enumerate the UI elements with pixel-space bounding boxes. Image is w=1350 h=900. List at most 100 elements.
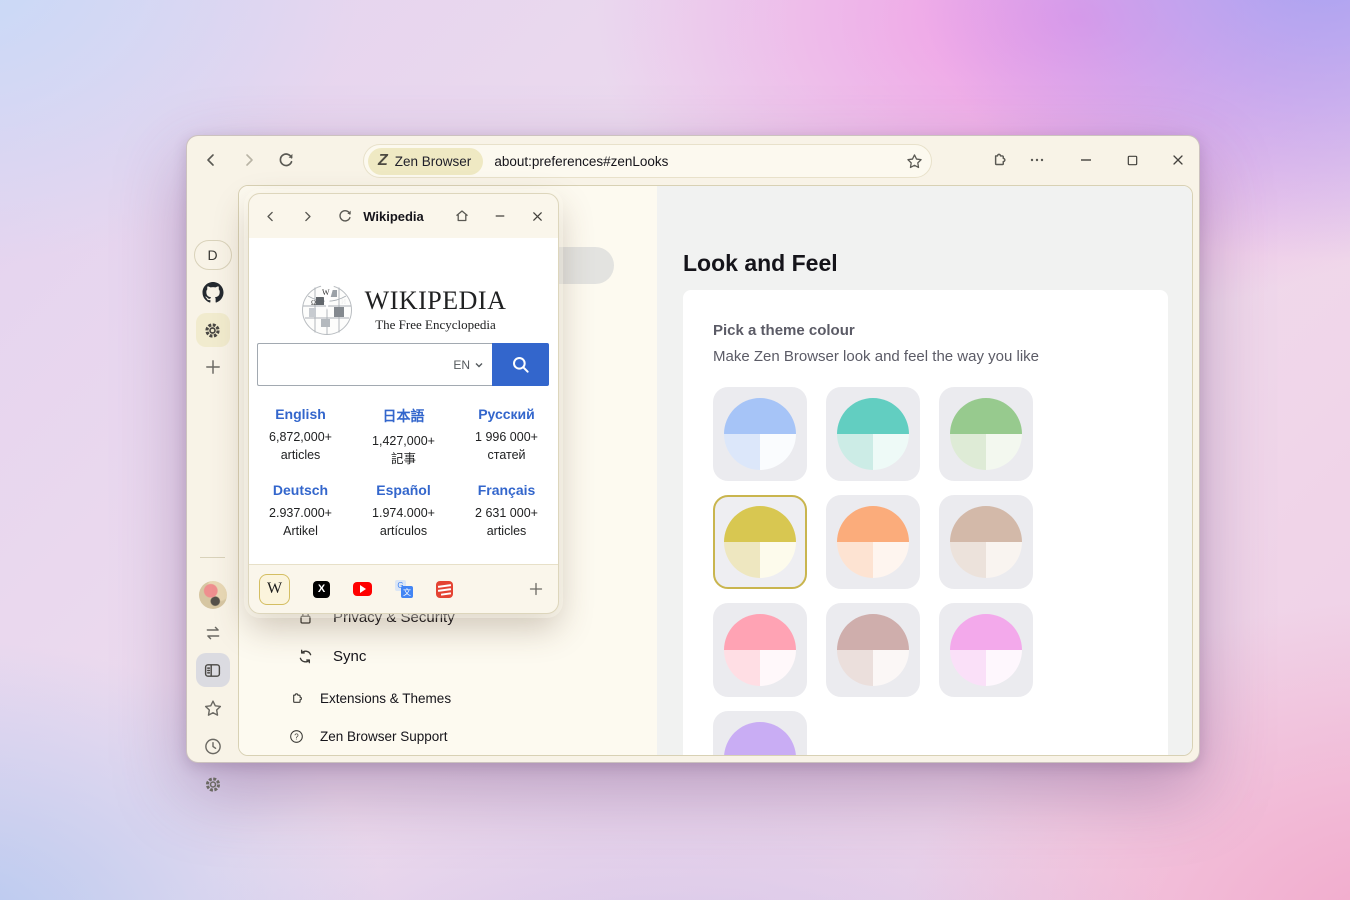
minimize-icon bbox=[494, 210, 506, 222]
svg-text:Ω: Ω bbox=[311, 299, 316, 307]
url-bar[interactable]: Z Zen Browser about:preferences#zenLooks bbox=[363, 144, 932, 178]
profile-avatar[interactable] bbox=[199, 581, 227, 609]
prefs-menu-item-zen-browser-support[interactable]: ?Zen Browser Support bbox=[239, 721, 657, 751]
maximize-button[interactable] bbox=[1118, 146, 1146, 174]
theme-color-circle bbox=[837, 614, 909, 686]
workspace-letter: D bbox=[207, 247, 217, 263]
minimize-button[interactable] bbox=[1072, 146, 1100, 174]
plus-icon bbox=[204, 358, 222, 376]
theme-color-circle bbox=[724, 722, 796, 756]
prefs-menu-item-sync[interactable]: Sync bbox=[239, 641, 657, 671]
wiki-language-count: 2.937.000+ bbox=[249, 504, 352, 522]
wiki-language-unit: 記事 bbox=[352, 450, 455, 468]
glance-close-button[interactable] bbox=[526, 205, 548, 227]
plus-icon bbox=[528, 581, 544, 597]
theme-swatch-mauve[interactable] bbox=[826, 603, 920, 697]
wiki-language-link[interactable]: Deutsch bbox=[249, 482, 352, 498]
glance-home-button[interactable] bbox=[451, 205, 473, 227]
wiki-language-link[interactable]: English bbox=[249, 406, 352, 422]
workspace-indicator[interactable]: D bbox=[194, 240, 232, 270]
wiki-language-count: 6,872,000+ bbox=[249, 428, 352, 446]
wikipedia-header: W Ω И WIKIPEDIA The Free Encyclopedia bbox=[249, 238, 558, 336]
forward-button[interactable] bbox=[235, 146, 263, 174]
wiki-language-cell: Русский1 996 000+статей bbox=[455, 406, 558, 468]
glance-add-button[interactable] bbox=[528, 581, 544, 597]
favicon-youtube[interactable] bbox=[353, 582, 372, 596]
sync-icon bbox=[297, 648, 314, 665]
close-button[interactable] bbox=[1164, 146, 1192, 174]
glance-reload-button[interactable] bbox=[334, 205, 356, 227]
language-code: EN bbox=[453, 358, 470, 372]
sidebar-panel-icon bbox=[203, 661, 222, 680]
theme-card: Pick a theme colour Make Zen Browser loo… bbox=[683, 290, 1168, 756]
clock-icon bbox=[203, 737, 222, 756]
wikipedia-search-button[interactable] bbox=[492, 343, 549, 386]
theme-color-circle bbox=[724, 614, 796, 686]
wikipedia-w-glyph: W bbox=[267, 580, 282, 598]
wikipedia-wordmark-block: WIKIPEDIA The Free Encyclopedia bbox=[365, 288, 507, 333]
theme-swatch-orchid[interactable] bbox=[939, 603, 1033, 697]
back-button[interactable] bbox=[197, 146, 225, 174]
site-identity-badge[interactable]: Z Zen Browser bbox=[368, 148, 483, 175]
minimize-icon bbox=[1079, 153, 1093, 167]
glance-forward-button[interactable] bbox=[296, 205, 318, 227]
wikipedia-search-row: EN bbox=[257, 343, 549, 386]
close-icon bbox=[531, 210, 544, 223]
wiki-language-link[interactable]: Français bbox=[455, 482, 558, 498]
chevron-right-icon bbox=[241, 152, 257, 168]
favicon-x[interactable]: X bbox=[313, 581, 330, 598]
bookmarks-button[interactable] bbox=[203, 699, 222, 718]
wikipedia-page: W Ω И WIKIPEDIA The Free Encyclopedia EN bbox=[249, 238, 558, 564]
wikipedia-language-grid: English 6,872,000+articles日本語1,427,000+記事… bbox=[249, 406, 558, 540]
help-icon: ? bbox=[289, 729, 304, 744]
wiki-language-link[interactable]: Русский bbox=[455, 406, 558, 422]
theme-color-circle bbox=[837, 398, 909, 470]
wiki-language-cell: Español1.974.000+artículos bbox=[352, 482, 455, 540]
theme-swatch-purple[interactable] bbox=[713, 711, 807, 756]
home-icon bbox=[454, 208, 470, 224]
theme-swatch-green[interactable] bbox=[939, 387, 1033, 481]
new-tab-button[interactable] bbox=[204, 358, 222, 376]
theme-swatch-blue[interactable] bbox=[713, 387, 807, 481]
favicon-todoist[interactable] bbox=[436, 581, 453, 598]
theme-swatch-teal[interactable] bbox=[826, 387, 920, 481]
wiki-language-link[interactable]: Español bbox=[352, 482, 455, 498]
puzzle-icon bbox=[289, 691, 304, 706]
glance-minimize-button[interactable] bbox=[489, 205, 511, 227]
toggle-sidebar-button[interactable] bbox=[196, 653, 230, 687]
theme-swatch-yellow[interactable] bbox=[713, 495, 807, 589]
close-icon bbox=[1171, 153, 1185, 167]
theme-color-circle bbox=[950, 506, 1022, 578]
reload-button[interactable] bbox=[272, 146, 300, 174]
prefs-menu-item-extensions-themes[interactable]: Extensions & Themes bbox=[239, 683, 657, 713]
bookmark-star-button[interactable] bbox=[906, 153, 923, 170]
pinned-tab-github[interactable] bbox=[202, 282, 223, 303]
wikipedia-globe-icon: W Ω И bbox=[301, 284, 353, 336]
wiki-language-unit: articles bbox=[249, 446, 352, 464]
wiki-language-cell: Deutsch2.937.000+Artikel bbox=[249, 482, 352, 540]
more-menu-button[interactable] bbox=[1023, 146, 1051, 174]
theme-swatch-pink[interactable] bbox=[713, 603, 807, 697]
theme-swatch-orange[interactable] bbox=[826, 495, 920, 589]
wikipedia-language-selector[interactable]: EN bbox=[453, 343, 484, 386]
settings-button[interactable] bbox=[203, 775, 222, 794]
youtube-icon bbox=[353, 582, 372, 596]
gear-icon bbox=[203, 775, 222, 794]
extensions-button[interactable] bbox=[985, 146, 1013, 174]
favicon-wikipedia-active[interactable]: W bbox=[259, 574, 290, 605]
svg-text:И: И bbox=[341, 298, 346, 306]
wiki-language-link[interactable]: 日本語 bbox=[352, 406, 455, 426]
browser-sidebar: D bbox=[187, 185, 238, 762]
theme-color-circle bbox=[724, 398, 796, 470]
workspace-switch-button[interactable] bbox=[204, 624, 222, 642]
history-button[interactable] bbox=[203, 737, 222, 756]
todoist-icon bbox=[436, 581, 453, 598]
active-tab-settings[interactable] bbox=[196, 313, 230, 347]
favicon-google-translate[interactable]: G 文 bbox=[395, 580, 413, 598]
theme-card-title: Pick a theme colour bbox=[713, 322, 1138, 339]
theme-swatch-tan[interactable] bbox=[939, 495, 1033, 589]
wiki-language-cell: 日本語1,427,000+記事 bbox=[352, 406, 455, 468]
glance-back-button[interactable] bbox=[259, 205, 281, 227]
theme-card-subtitle: Make Zen Browser look and feel the way y… bbox=[713, 348, 1138, 365]
wiki-language-unit: статей bbox=[455, 446, 558, 464]
